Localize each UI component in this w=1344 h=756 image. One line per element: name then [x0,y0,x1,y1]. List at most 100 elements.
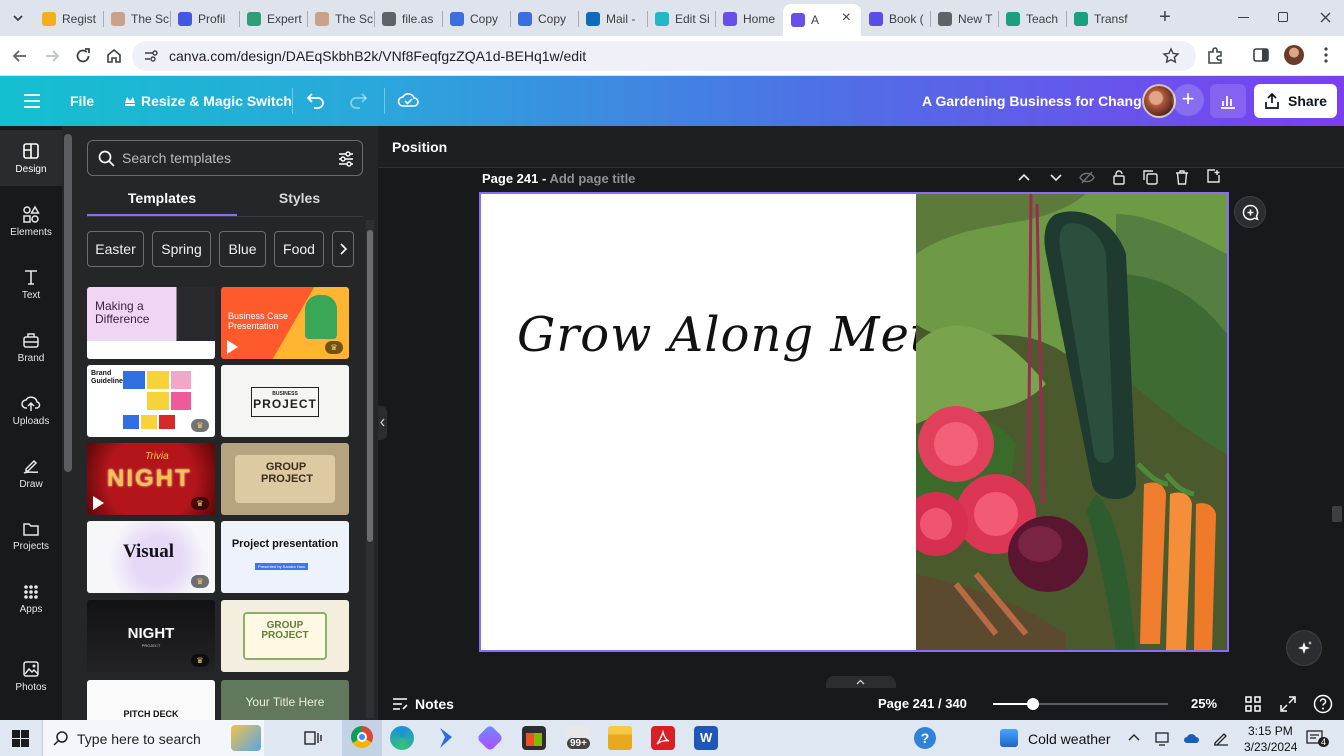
network-icon[interactable] [1154,730,1170,746]
edge-icon[interactable] [390,726,414,750]
word-icon[interactable]: W [694,726,718,750]
zoom-level[interactable]: 25% [1191,696,1217,711]
acrobat-icon[interactable] [651,726,675,750]
back-arrow-icon[interactable] [12,48,28,64]
task-view-icon[interactable] [304,730,322,746]
browser-tab[interactable]: Edit Si [647,5,715,32]
browser-tab[interactable]: Copy [442,5,510,32]
clock-time[interactable]: 3:15 PM [1248,724,1293,738]
tab-close-icon[interactable]: × [842,9,851,27]
share-button[interactable]: Share [1254,84,1337,118]
notes-button[interactable]: Notes [392,696,454,712]
browser-tab[interactable]: Book ( [861,5,930,32]
rail-item-brand[interactable]: Brand [0,319,62,375]
store-icon[interactable] [522,726,546,750]
omnibox[interactable]: canva.com/design/DAEqSkbhB2k/VNf8FeqfgzZ… [132,41,1196,71]
weather-icon[interactable] [1000,729,1018,747]
tab-styles[interactable]: Styles [222,190,377,216]
reload-icon[interactable] [74,47,92,65]
rail-scrollbar[interactable] [64,134,72,472]
browser-tab-active[interactable]: A × [783,4,861,36]
chevron-down-icon[interactable] [1050,174,1062,182]
profile-avatar[interactable] [1284,45,1304,65]
clock-date[interactable]: 3/23/2024 [1244,740,1297,754]
collapse-panel-button[interactable] [378,406,387,440]
hamburger-menu-icon[interactable] [24,94,40,108]
chevron-up-icon[interactable] [1018,173,1030,181]
slide-canvas[interactable]: Grow Along Method [479,192,1229,652]
maximize-button[interactable] [1278,12,1288,22]
chip-blue[interactable]: Blue [219,231,266,267]
browser-tab[interactable]: Home [715,5,783,32]
cloud-saved-icon[interactable] [397,91,419,109]
template-card[interactable]: PITCH DECK [87,680,215,720]
taskbar-search-box[interactable]: Type here to search [42,720,264,756]
url-text[interactable]: canva.com/design/DAEqSkbhB2k/VNf8FeqfgzZ… [169,48,586,64]
magic-assistant-button[interactable] [1286,630,1322,666]
zoom-slider-handle[interactable] [1027,698,1039,710]
vscode-blue-icon[interactable] [436,726,456,750]
template-card[interactable]: Brand Guidelines ♛ [87,365,215,437]
template-card[interactable]: Business Case Presentation ♛ [221,287,349,359]
panel-scrollbar-thumb[interactable] [367,230,373,542]
taskbar-search-input[interactable]: Type here to search [77,731,201,747]
page-indicator[interactable]: Page 241 / 340 [878,696,967,711]
resize-magic-switch-button[interactable]: Resize & Magic Switch [124,76,292,126]
browser-tab[interactable]: Expert [239,5,307,32]
browser-tab[interactable]: The Sc [307,5,374,32]
help-tips-icon[interactable]: ? [914,727,936,749]
template-card[interactable]: GROUP PROJECT [221,443,349,515]
new-tab-button[interactable]: + [1155,7,1175,28]
grid-view-icon[interactable] [1245,696,1261,712]
file-explorer-icon[interactable] [608,726,632,750]
site-info-icon[interactable] [144,49,158,63]
chip-food[interactable]: Food [274,231,324,267]
page-title-input[interactable]: Add page title [549,171,635,186]
search-input[interactable]: Search templates [122,150,231,166]
browser-tab[interactable]: Mail - [578,5,647,32]
rail-item-text[interactable]: Text [0,256,62,312]
home-icon[interactable] [105,47,123,65]
template-card[interactable]: Trivia NIGHT ♛ [87,443,215,515]
template-card[interactable]: NIGHT PROJECT ♛ [87,600,215,672]
forward-arrow-icon[interactable] [44,48,60,64]
add-page-icon[interactable] [1206,169,1221,184]
weather-label[interactable]: Cold weather [1028,731,1111,747]
chip-easter[interactable]: Easter [87,231,144,267]
document-title[interactable]: A Gardening Business for Change [922,76,1149,126]
windows-start-icon[interactable] [12,730,29,747]
browser-tab[interactable]: Transf [1066,5,1134,32]
chip-spring[interactable]: Spring [152,231,211,267]
position-button[interactable]: Position [392,139,447,155]
browser-tab[interactable]: Regist [34,5,103,32]
browser-tab[interactable]: Profil [170,5,239,32]
browser-tab[interactable]: Teach [998,5,1066,32]
template-card[interactable]: Making a Difference [87,287,215,359]
redo-icon[interactable] [348,91,368,109]
rail-item-elements[interactable]: Elements [0,193,62,249]
hide-eye-icon[interactable] [1079,171,1095,184]
rail-item-projects[interactable]: Projects [0,508,62,564]
browser-tab[interactable]: file.as [374,5,442,32]
canvas-vertical-scroll-thumb[interactable] [1332,506,1342,522]
undo-icon[interactable] [306,91,326,109]
fullscreen-icon[interactable] [1280,696,1296,712]
bookmark-star-icon[interactable] [1162,47,1180,65]
taskbar-app-chrome[interactable] [342,720,382,756]
tray-overflow-chevron-icon[interactable] [1128,733,1140,741]
mail-app-icon[interactable]: 99+ [566,726,590,750]
browser-tab[interactable]: Copy [510,5,578,32]
minimize-button[interactable] [1238,17,1249,18]
rail-item-photos[interactable]: Photos [0,648,62,704]
expand-notes-handle[interactable] [826,676,896,688]
vegetables-photo[interactable] [916,194,1227,650]
comment-button[interactable] [1234,196,1266,228]
file-menu-button[interactable]: File [70,76,94,126]
search-templates-field[interactable]: Search templates [87,140,363,176]
template-card[interactable]: Project presentation Presented by Sandra… [221,521,349,593]
template-card[interactable]: Your Title Here [221,680,349,720]
help-icon[interactable] [1313,694,1333,714]
browser-tab[interactable]: New T [930,5,998,32]
pen-tray-icon[interactable] [1212,730,1230,746]
filter-icon[interactable] [338,151,354,167]
